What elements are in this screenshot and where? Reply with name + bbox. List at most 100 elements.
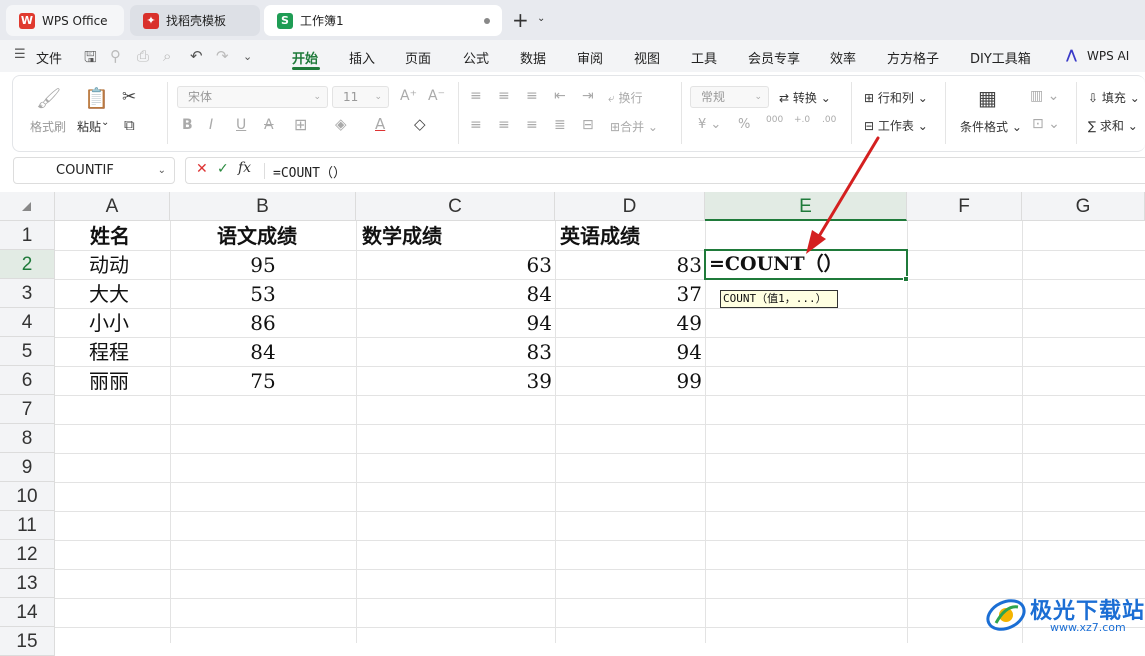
currency-icon[interactable]: ¥ ⌄ [698,117,721,132]
row-header-6[interactable]: 6 [0,366,55,395]
column-header-f[interactable]: F [907,192,1022,221]
cell-name[interactable]: 丽丽 [55,366,170,395]
distributed-icon[interactable]: ⊟ [582,117,594,133]
format-painter-icon[interactable]: 🖌 [36,86,61,110]
align-left-icon[interactable]: ≡ [470,117,482,133]
row-header-9[interactable]: 9 [0,453,55,482]
fill-color-icon[interactable]: ◈ [335,115,347,133]
menu-home[interactable]: 开始 [292,48,318,67]
hamburger-icon[interactable]: ☰ [14,47,26,62]
menu-file[interactable]: 文件 [36,48,62,67]
justify-icon[interactable]: ≣ [554,117,566,133]
align-top-icon[interactable]: ≡ [470,88,482,104]
export-pdf-icon[interactable]: ⚲ [110,47,121,65]
increase-font-icon[interactable]: A⁺ [400,88,417,104]
menu-view[interactable]: 视图 [634,48,660,67]
decrease-decimal-icon[interactable]: .00 [822,115,836,125]
cell-b1[interactable]: 语文成绩 [211,221,356,250]
cut-icon[interactable]: ✂ [122,87,136,107]
cell-english[interactable]: 37 [555,279,705,308]
cell-english[interactable]: 99 [555,366,705,395]
undo-icon[interactable]: ↶ [190,47,203,65]
row-header-5[interactable]: 5 [0,337,55,366]
print-preview-icon[interactable]: ⌕ [163,47,171,65]
indent-decrease-icon[interactable]: ⇤ [554,88,566,104]
menu-fangfang[interactable]: 方方格子 [887,48,939,67]
menu-efficiency[interactable]: 效率 [830,48,856,67]
menu-insert[interactable]: 插入 [349,48,375,67]
font-name-select[interactable]: 宋体 ⌄ [177,86,328,108]
merge-cells-button[interactable]: ⊞合并 ⌄ [610,118,658,135]
row-header-2[interactable]: 2 [0,250,55,279]
align-middle-icon[interactable]: ≡ [498,88,510,104]
menu-wps-ai[interactable]: WPS AI [1087,49,1129,63]
cell-chinese[interactable]: 75 [170,366,356,395]
worksheet-button[interactable]: ⊟ 工作表 ⌄ [864,117,928,134]
cell-chinese[interactable]: 95 [170,250,356,279]
cell-chinese[interactable]: 86 [170,308,356,337]
confirm-check-icon[interactable]: ✓ [217,161,229,177]
row-header-15[interactable]: 15 [0,627,55,656]
conditional-format-label[interactable]: 条件格式 ⌄ [960,118,1022,135]
new-tab-plus-icon[interactable]: + [512,8,529,32]
paste-dropdown-icon[interactable]: ⌄ [101,117,109,128]
cell-math[interactable]: 63 [356,250,555,279]
cell-a1[interactable]: 姓名 [84,221,170,250]
cell-english[interactable]: 94 [555,337,705,366]
bold-icon[interactable]: B [182,117,193,133]
column-header-g[interactable]: G [1022,192,1145,221]
menu-diy-toolbox[interactable]: DIY工具箱 [970,48,1031,67]
menu-data[interactable]: 数据 [520,48,546,67]
fill-button[interactable]: ⇩ 填充 ⌄ [1088,89,1140,106]
row-col-button[interactable]: ⊞ 行和列 ⌄ [864,89,928,106]
indent-increase-icon[interactable]: ⇥ [582,88,594,104]
italic-icon[interactable]: I [209,117,213,133]
formula-bar[interactable]: ✕ ✓ fx =COUNT（） [185,157,1145,184]
menu-review[interactable]: 审阅 [577,48,603,67]
cell-math[interactable]: 94 [356,308,555,337]
cell-name[interactable]: 动动 [55,250,170,279]
row-header-8[interactable]: 8 [0,424,55,453]
underline-icon[interactable]: U [236,117,246,133]
cell-style-icon[interactable]: ▥ ⌄ [1030,88,1059,104]
print-icon[interactable]: ⎙ [137,47,149,65]
cancel-icon[interactable]: ✕ [196,161,208,177]
column-header-d[interactable]: D [555,192,705,221]
tab-wps-office[interactable]: W WPS Office [6,5,124,36]
copy-icon[interactable]: ⧉ [124,116,135,134]
row-header-11[interactable]: 11 [0,511,55,540]
row-header-7[interactable]: 7 [0,395,55,424]
fill-handle[interactable] [903,276,909,282]
paste-label[interactable]: 粘贴 [77,118,101,135]
row-header-14[interactable]: 14 [0,598,55,627]
column-header-a[interactable]: A [55,192,170,221]
menu-page[interactable]: 页面 [405,48,431,67]
percent-icon[interactable]: % [738,117,750,132]
format-painter-label[interactable]: 格式刷 [30,118,66,135]
column-header-e[interactable]: E [705,192,907,221]
select-all-corner[interactable] [0,192,55,221]
insert-function-icon[interactable]: fx [238,160,251,176]
cell-c1[interactable]: 数学成绩 [356,221,555,250]
cell-math[interactable]: 83 [356,337,555,366]
more-chevron-icon[interactable]: ⌄ [243,50,252,63]
conditional-format-icon[interactable]: ▦ [978,86,997,110]
border-icon[interactable]: ⊞ [294,115,307,134]
save-icon[interactable]: 🖫 [84,47,97,72]
sum-button[interactable]: ∑ 求和 ⌄ [1088,117,1138,134]
row-header-10[interactable]: 10 [0,482,55,511]
font-color-icon[interactable]: A [375,115,385,133]
menu-formula[interactable]: 公式 [463,48,489,67]
row-header-12[interactable]: 12 [0,540,55,569]
row-header-4[interactable]: 4 [0,308,55,337]
strikethrough-icon[interactable]: A [264,117,274,133]
cell-english[interactable]: 83 [555,250,705,279]
menu-tools[interactable]: 工具 [691,48,717,67]
cell-name[interactable]: 小小 [55,308,170,337]
tab-workbook[interactable]: S 工作簿1 [264,5,502,36]
column-header-c[interactable]: C [356,192,555,221]
font-size-select[interactable]: 11 ⌄ [332,86,389,108]
align-center-icon[interactable]: ≡ [498,117,510,133]
row-header-1[interactable]: 1 [0,221,55,250]
cell-math[interactable]: 84 [356,279,555,308]
